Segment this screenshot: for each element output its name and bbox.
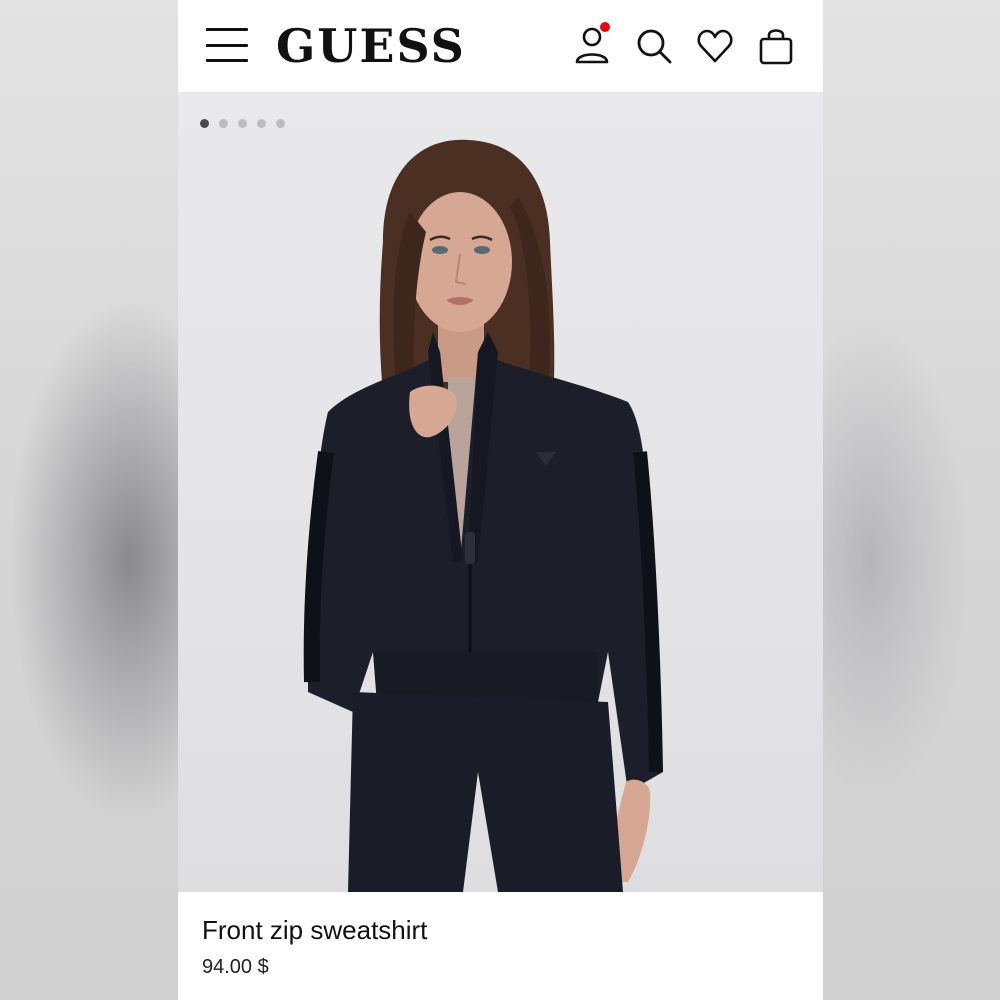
carousel-dot[interactable] — [219, 119, 228, 128]
user-account-icon[interactable] — [574, 22, 614, 68]
heart-icon[interactable] — [695, 24, 735, 68]
mobile-viewport: GUESS Front zip sweatshirt 94.00 $ — [178, 0, 823, 1000]
carousel-dot[interactable] — [276, 119, 285, 128]
search-icon[interactable] — [634, 24, 674, 68]
top-header: GUESS — [178, 0, 823, 92]
carousel-dot[interactable] — [238, 119, 247, 128]
carousel-dot[interactable] — [257, 119, 266, 128]
product-name[interactable]: Front zip sweatshirt — [202, 914, 427, 946]
product-image[interactable] — [178, 92, 823, 892]
product-price: 94.00 $ — [202, 956, 269, 978]
brand-logo[interactable]: GUESS — [276, 18, 466, 74]
product-info: Front zip sweatshirt 94.00 $ — [178, 892, 823, 1000]
hamburger-menu-icon[interactable] — [206, 28, 248, 62]
carousel-indicator — [200, 119, 285, 128]
model-photo-illustration — [303, 139, 663, 892]
shopping-bag-icon[interactable] — [756, 24, 796, 68]
notification-dot — [600, 22, 610, 32]
carousel-dot[interactable] — [200, 119, 209, 128]
